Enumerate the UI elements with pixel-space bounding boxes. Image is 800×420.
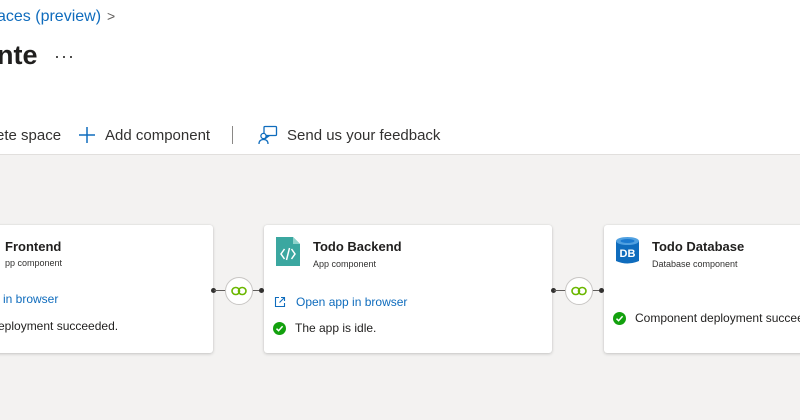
feedback-label: Send us your feedback bbox=[287, 126, 441, 144]
check-circle-icon bbox=[273, 321, 286, 335]
component-subtitle: pp component bbox=[5, 258, 63, 268]
feedback-button[interactable]: Send us your feedback bbox=[258, 124, 440, 146]
add-icon bbox=[79, 127, 95, 143]
app-service-icon bbox=[276, 237, 300, 266]
database-icon-label: DB bbox=[619, 248, 636, 260]
component-title: Frontend bbox=[5, 239, 62, 254]
open-external-icon bbox=[274, 296, 286, 308]
chevron-right-icon: > bbox=[107, 8, 116, 24]
feedback-icon bbox=[258, 125, 278, 145]
components-canvas: Frontend pp component in browser eployme… bbox=[0, 154, 800, 420]
component-card-todo-backend[interactable]: Todo Backend App component Open app in b… bbox=[264, 225, 552, 353]
open-app-link[interactable]: in browser bbox=[3, 292, 58, 306]
open-app-label: Open app in browser bbox=[296, 295, 408, 309]
open-app-label: in browser bbox=[3, 292, 59, 306]
component-subtitle: App component bbox=[313, 259, 377, 269]
breadcrumb[interactable]: aces (preview) > bbox=[0, 8, 115, 26]
connection-link-button[interactable] bbox=[565, 277, 593, 305]
database-icon: DB bbox=[615, 236, 640, 266]
component-title: Todo Backend bbox=[313, 239, 402, 254]
add-component-button[interactable]: Add component bbox=[78, 124, 210, 146]
component-card-todo-database[interactable]: DB Todo Database Database component Comp… bbox=[604, 225, 800, 353]
link-icon bbox=[231, 286, 247, 296]
delete-space-button[interactable]: ete space bbox=[0, 124, 61, 146]
page-title: nte bbox=[0, 40, 38, 70]
status-text: The app is idle. bbox=[295, 321, 377, 335]
component-subtitle: Database component bbox=[652, 259, 738, 269]
component-card-frontend[interactable]: Frontend pp component in browser eployme… bbox=[0, 225, 213, 353]
link-icon bbox=[571, 286, 587, 296]
add-component-label: Add component bbox=[105, 126, 211, 144]
app-status: The app is idle. bbox=[273, 321, 376, 335]
toolbar-divider bbox=[232, 126, 233, 144]
breadcrumb-link[interactable]: aces (preview) bbox=[0, 8, 101, 25]
more-options-button[interactable]: ··· bbox=[54, 46, 75, 67]
connection-link-button[interactable] bbox=[225, 277, 253, 305]
open-app-link[interactable]: Open app in browser bbox=[274, 295, 407, 309]
component-title: Todo Database bbox=[652, 239, 745, 254]
status-text: Component deployment succeede bbox=[635, 311, 800, 325]
check-circle-icon bbox=[613, 311, 626, 325]
status-text: eployment succeeded. bbox=[0, 319, 119, 333]
deployment-status: Component deployment succeede bbox=[613, 311, 800, 325]
deployment-status: eployment succeeded. bbox=[0, 319, 118, 333]
delete-space-label: ete space bbox=[0, 126, 62, 144]
